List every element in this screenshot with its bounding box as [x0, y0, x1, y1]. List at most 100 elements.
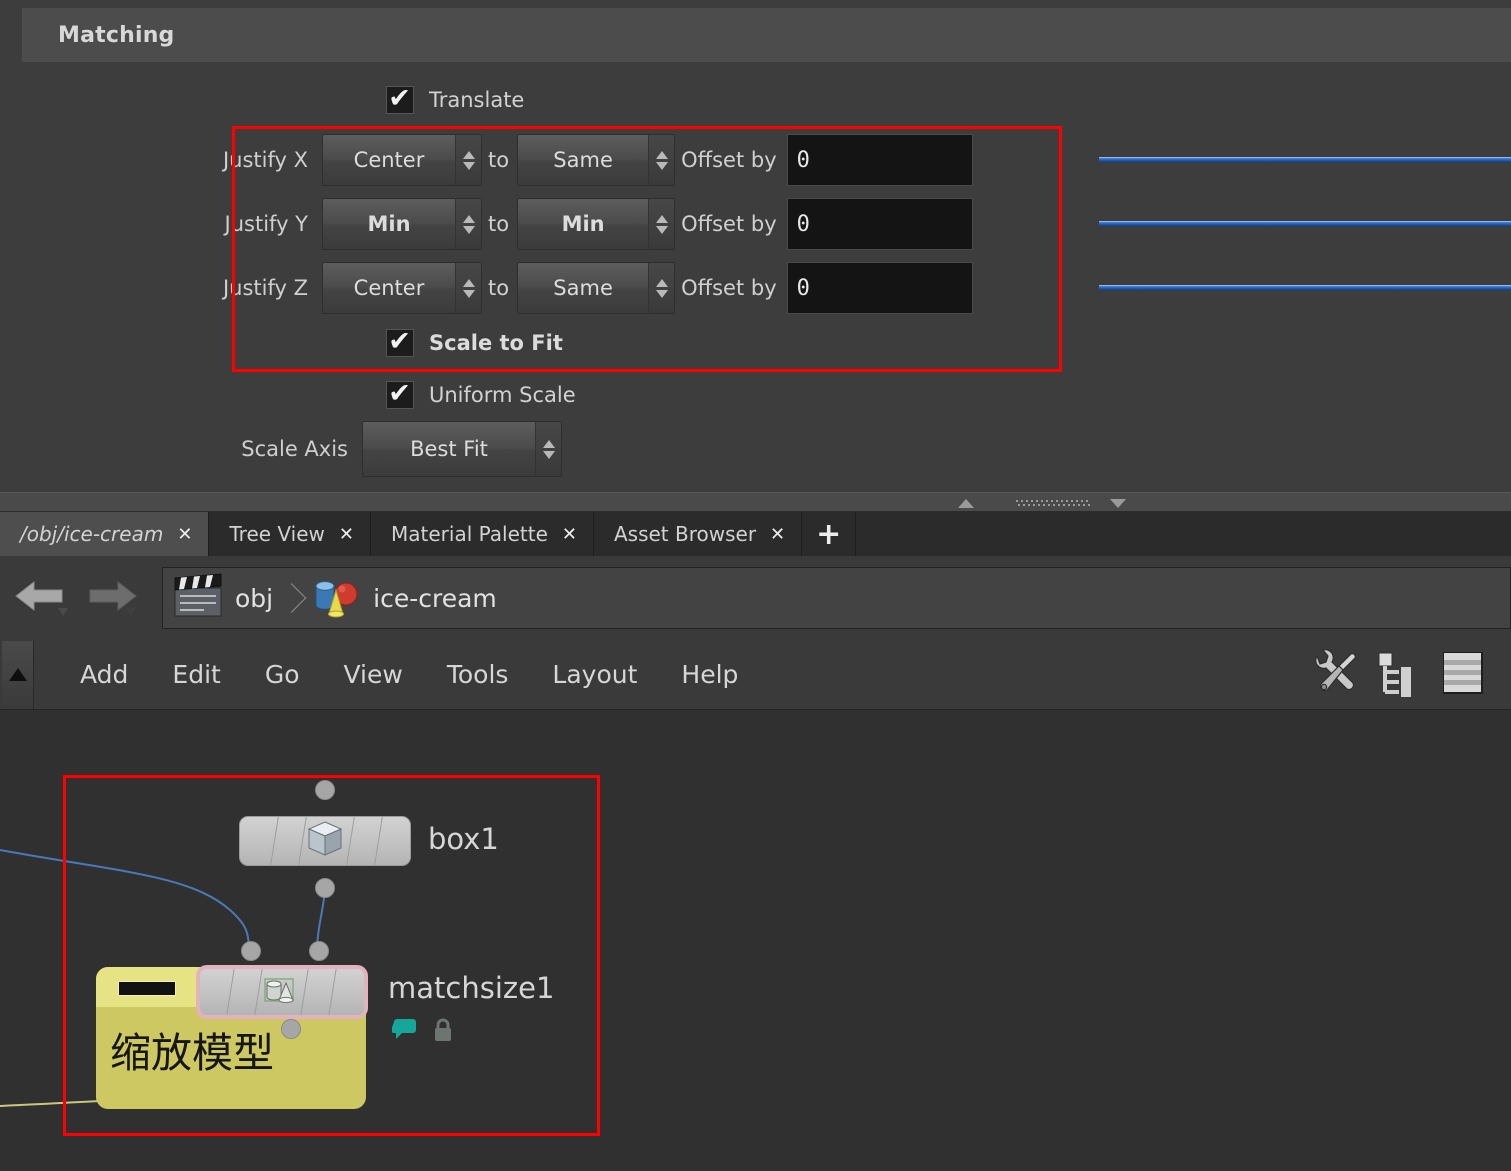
spinner-arrows-icon[interactable]: [648, 135, 675, 185]
justify-z-to-dropdown[interactable]: Same: [517, 262, 676, 314]
add-tab-button[interactable]: +: [802, 512, 857, 556]
splitter-collapse-down-icon[interactable]: [1110, 499, 1126, 508]
close-icon[interactable]: ✕: [339, 524, 354, 545]
scale-to-fit-label: Scale to Fit: [429, 331, 563, 355]
geometry-object-icon: [309, 572, 363, 624]
justify-z-row: Justify Z Center to Same Offset by 0: [176, 259, 973, 317]
close-icon[interactable]: ✕: [177, 524, 192, 545]
node-box1-body[interactable]: [239, 816, 411, 866]
breadcrumb-item-ice-cream[interactable]: ice-cream: [301, 568, 503, 628]
scale-to-fit-checkbox[interactable]: [386, 329, 414, 357]
breadcrumb: obj ice-cream: [162, 567, 1511, 629]
menu-item-view[interactable]: View: [322, 660, 425, 689]
node-box1-label: box1: [428, 822, 499, 856]
menu-item-go[interactable]: Go: [243, 660, 322, 689]
uniform-scale-label: Uniform Scale: [429, 383, 576, 407]
back-arrow-icon[interactable]: [14, 576, 70, 620]
spinner-arrows-icon[interactable]: [455, 263, 481, 313]
close-icon[interactable]: ✕: [562, 524, 577, 545]
scale-axis-label: Scale Axis: [241, 437, 348, 461]
menu-item-edit[interactable]: Edit: [150, 660, 242, 689]
justify-x-offset-slider[interactable]: [1099, 157, 1511, 162]
justify-z-from-dropdown[interactable]: Center: [322, 262, 482, 314]
justify-x-offset-label: Offset by: [681, 148, 777, 172]
section-header-matching: Matching: [22, 8, 1511, 62]
spinner-arrows-icon[interactable]: [648, 199, 675, 249]
menu-item-layout[interactable]: Layout: [530, 660, 659, 689]
spinner-arrows-icon[interactable]: [648, 263, 675, 313]
menu-item-add[interactable]: Add: [58, 660, 150, 689]
page-title: Matching: [58, 22, 175, 48]
clapperboard-icon: [171, 572, 225, 624]
splitter-grip-icon[interactable]: [1016, 500, 1090, 507]
tab-bar: /obj/ice-cream ✕ Tree View ✕ Material Pa…: [0, 512, 1511, 556]
justify-x-row: Justify X Center to Same Offset by 0: [176, 131, 973, 189]
tab-asset-browser[interactable]: Asset Browser ✕: [593, 512, 803, 556]
node-input-connector-1[interactable]: [309, 941, 329, 961]
justify-x-to-text: to: [488, 148, 510, 172]
splitter-collapse-up-icon[interactable]: [958, 499, 974, 508]
node-output-connector[interactable]: [281, 1019, 301, 1039]
justify-y-to-dropdown[interactable]: Min: [517, 198, 676, 250]
justify-z-offset-input[interactable]: 0: [786, 262, 973, 314]
node-output-connector[interactable]: [315, 878, 335, 898]
list-layers-icon[interactable]: [1437, 647, 1489, 703]
tab-material-palette[interactable]: Material Palette ✕: [371, 512, 594, 556]
justify-z-offset-slider[interactable]: [1099, 285, 1511, 290]
breadcrumb-item-obj[interactable]: obj: [163, 568, 279, 628]
node-input-connector-0[interactable]: [241, 941, 261, 961]
justify-y-offset-slider[interactable]: [1099, 221, 1511, 226]
spinner-arrows-icon[interactable]: [455, 135, 481, 185]
uniform-scale-row: Uniform Scale: [386, 381, 576, 409]
justify-y-offset-input[interactable]: 0: [786, 198, 973, 250]
tab-label: Tree View: [229, 522, 325, 546]
menu-item-tools[interactable]: Tools: [425, 660, 531, 689]
navigation-arrows: [14, 576, 138, 620]
node-matchsize1-body[interactable]: [196, 965, 368, 1019]
scale-axis-dropdown[interactable]: Best Fit: [362, 421, 562, 477]
justify-y-offset-label: Offset by: [681, 212, 777, 236]
justify-x-from-value: Center: [353, 148, 425, 172]
comment-bubble-icon[interactable]: [391, 1019, 418, 1045]
justify-y-from-dropdown[interactable]: Min: [322, 198, 482, 250]
spinner-arrows-icon[interactable]: [535, 422, 561, 476]
close-icon[interactable]: ✕: [770, 524, 785, 545]
node-input-connector[interactable]: [315, 780, 335, 800]
tab-bar-empty-area: [856, 512, 1511, 556]
translate-row: Translate: [386, 86, 524, 114]
parameter-panel: Matching Translate Justify X Center to: [0, 0, 1511, 492]
node-matchsize1[interactable]: matchsize1: [196, 941, 554, 1041]
tools-wrench-icon[interactable]: [1309, 648, 1359, 702]
scale-to-fit-row: Scale to Fit: [386, 329, 563, 357]
menu-items: Add Edit Go View Tools Layout Help: [58, 660, 760, 689]
breadcrumb-bar: obj ice-cream: [0, 556, 1511, 640]
spinner-arrows-icon[interactable]: [455, 199, 481, 249]
translate-checkbox[interactable]: [386, 86, 414, 114]
justify-x-from-dropdown[interactable]: Center: [322, 134, 482, 186]
justify-x-offset-input[interactable]: 0: [786, 134, 973, 186]
justify-z-to-text: to: [488, 276, 510, 300]
menu-bar-tools: [1309, 647, 1489, 703]
justify-y-to-value: Min: [561, 212, 605, 236]
lock-icon[interactable]: [432, 1017, 454, 1047]
triangle-up-icon[interactable]: [2, 640, 34, 709]
node-matchsize1-badges: [391, 1017, 454, 1047]
forward-arrow-icon[interactable]: [82, 576, 138, 620]
justify-y-row: Justify Y Min to Min Offset by 0: [176, 195, 973, 253]
node-matchsize1-label: matchsize1: [388, 971, 555, 1005]
justify-z-from-value: Center: [353, 276, 425, 300]
justify-z-offset-label: Offset by: [681, 276, 777, 300]
panel-splitter[interactable]: [0, 492, 1511, 512]
justify-z-label: Justify Z: [222, 276, 308, 300]
justify-x-to-dropdown[interactable]: Same: [517, 134, 676, 186]
breadcrumb-label: ice-cream: [373, 583, 497, 613]
node-box1[interactable]: box1: [239, 780, 499, 898]
tab-obj-ice-cream[interactable]: /obj/ice-cream ✕: [0, 512, 210, 556]
justify-z-to-value: Same: [553, 276, 613, 300]
network-editor[interactable]: box1 缩放模型 matchsize1: [0, 710, 1511, 1171]
breadcrumb-label: obj: [235, 583, 274, 613]
menu-item-help[interactable]: Help: [659, 660, 760, 689]
uniform-scale-checkbox[interactable]: [386, 381, 414, 409]
tree-hierarchy-icon[interactable]: [1375, 648, 1421, 702]
tab-tree-view[interactable]: Tree View ✕: [209, 512, 371, 556]
